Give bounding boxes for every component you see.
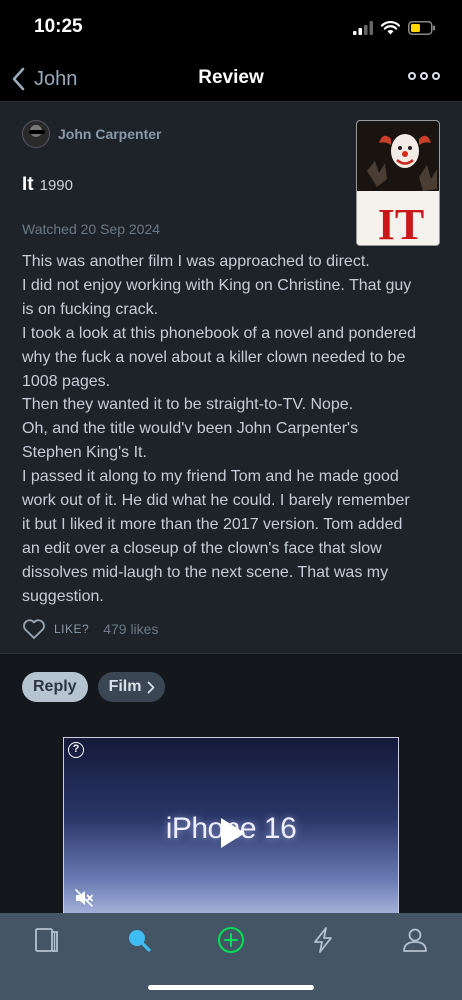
like-row: LIKE? 479 likes: [22, 618, 158, 640]
play-icon[interactable]: [219, 816, 247, 850]
wifi-icon: [381, 21, 400, 35]
review-line: dissolves mid-laugh to the next scene. T…: [22, 563, 389, 581]
poster-title: IT: [378, 200, 424, 246]
heart-icon[interactable]: [22, 618, 46, 640]
review-line: I took a look at this phonebook of a nov…: [22, 324, 417, 342]
status-icons: [353, 18, 436, 38]
status-time: 10:25: [34, 16, 83, 37]
likes-count[interactable]: 479 likes: [103, 621, 158, 637]
diary-icon[interactable]: [32, 925, 62, 955]
avatar[interactable]: [22, 120, 50, 148]
review-line: suggestion.: [22, 587, 104, 605]
chevron-right-icon: [148, 681, 155, 693]
page-title: Review: [198, 67, 264, 88]
review-line: is on fucking crack.: [22, 300, 159, 318]
mute-icon[interactable]: [74, 888, 94, 908]
film-year: 1990: [39, 177, 73, 194]
review-line: it but I liked it more than the 2017 ver…: [22, 515, 403, 533]
review-line: I did not enjoy working with King on Chr…: [22, 276, 412, 294]
review-line: work out of it. He did what he could. I …: [22, 492, 410, 510]
film-button[interactable]: Film: [97, 672, 166, 702]
video-ad[interactable]: ? iPhone 16: [63, 737, 399, 917]
review-line: This was another film I was approached t…: [22, 253, 370, 270]
watched-date: Watched 20 Sep 2024: [22, 221, 161, 237]
film-title[interactable]: It: [22, 174, 34, 196]
home-indicator[interactable]: [148, 985, 314, 990]
film-title-row[interactable]: It 1990: [22, 174, 73, 196]
review-line: why the fuck a novel about a killer clow…: [22, 348, 406, 366]
review-line: 1008 pages.: [22, 372, 111, 390]
cellular-signal-icon: [353, 21, 373, 35]
review-body: This was another film I was approached t…: [22, 250, 442, 609]
actions-row: Reply Film: [22, 672, 166, 702]
like-button[interactable]: LIKE?: [54, 622, 89, 636]
search-icon[interactable]: [124, 925, 154, 955]
review-line: Then they wanted it to be straight-to-TV…: [22, 396, 354, 414]
reply-button[interactable]: Reply: [22, 672, 88, 702]
author-name[interactable]: John Carpenter: [58, 126, 161, 142]
add-icon[interactable]: [216, 925, 246, 955]
review-line: an edit over a closeup of the clown's fa…: [22, 539, 382, 557]
profile-icon[interactable]: [400, 925, 430, 955]
film-button-label: Film: [108, 678, 142, 695]
film-poster[interactable]: IT: [356, 120, 440, 246]
author-row[interactable]: John Carpenter: [22, 120, 161, 148]
review-line: Oh, and the title would'v been John Carp…: [22, 420, 359, 438]
app-screen: 10:25 John Review John Carpenter IT It 1…: [0, 0, 462, 1000]
ad-help-icon[interactable]: ?: [68, 742, 84, 758]
review-card: John Carpenter IT It 1990 Watched 20 Sep…: [0, 102, 462, 654]
more-options-icon[interactable]: [408, 72, 440, 80]
status-bar: 10:25: [0, 0, 462, 56]
nav-bar: John Review: [0, 56, 462, 102]
review-line: I passed it along to my friend Tom and h…: [22, 468, 399, 486]
review-line: Stephen King's It.: [22, 444, 147, 462]
activity-icon[interactable]: [308, 925, 338, 955]
battery-icon: [408, 21, 435, 35]
